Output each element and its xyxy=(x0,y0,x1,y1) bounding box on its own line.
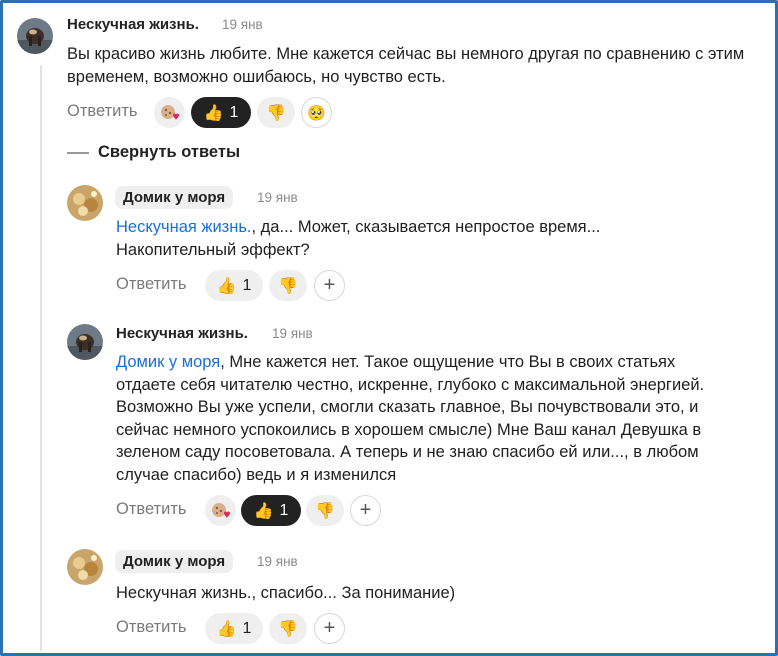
add-reaction-button[interactable]: + xyxy=(350,495,381,526)
heart-reaction-button[interactable] xyxy=(154,97,185,128)
comment-author[interactable]: Домик у моря xyxy=(115,550,234,573)
thumbs-down-icon: 👎 xyxy=(278,620,298,638)
comment-author[interactable]: Нескучная жизнь. xyxy=(116,325,248,342)
plus-icon: + xyxy=(359,498,372,521)
comment-author[interactable]: Нескучная жизнь. xyxy=(67,16,199,33)
comment-text: Нескучная жизнь., спасибо... За понимани… xyxy=(116,584,456,602)
emoji-reaction-button[interactable]: 🥺 xyxy=(301,97,332,128)
thumbs-up-icon: 👍 xyxy=(203,104,224,122)
avatar-neskuchnaya[interactable] xyxy=(67,324,103,360)
pleading-face-icon: 🥺 xyxy=(307,104,326,122)
avatar-domik[interactable] xyxy=(67,185,103,221)
plus-icon: + xyxy=(323,273,336,296)
dislike-button[interactable]: 👎 xyxy=(269,270,307,301)
comment-text: Нескучная жизнь., да... Может, сказывает… xyxy=(116,218,601,259)
thumbs-down-icon: 👎 xyxy=(315,502,335,520)
dislike-button[interactable]: 👎 xyxy=(257,97,295,128)
comment-date: 19 янв xyxy=(222,17,263,32)
reply-button[interactable]: Ответить xyxy=(116,275,187,294)
like-button[interactable]: 👍 1 xyxy=(241,495,301,526)
mention-link[interactable]: Домик у моря xyxy=(116,353,220,371)
plus-icon: + xyxy=(323,616,336,639)
dislike-button[interactable]: 👎 xyxy=(269,613,307,644)
collapse-dash xyxy=(67,151,89,154)
heart-cookie-icon xyxy=(211,502,230,518)
heart-cookie-icon xyxy=(160,104,179,120)
like-count: 1 xyxy=(229,103,239,121)
dislike-button[interactable]: 👎 xyxy=(306,495,344,526)
comment-date: 19 янв xyxy=(272,326,313,341)
thumbs-up-icon: 👍 xyxy=(216,277,237,295)
comment-text: Вы красиво жизнь любите. Мне кажется сей… xyxy=(67,45,745,86)
mention-link[interactable]: Нескучная жизнь. xyxy=(116,218,252,236)
collapse-replies-button[interactable]: Свернуть ответы xyxy=(67,143,240,162)
add-reaction-button[interactable]: + xyxy=(314,613,345,644)
like-count: 1 xyxy=(279,501,289,519)
thumbs-down-icon: 👎 xyxy=(266,104,286,122)
thumbs-up-icon: 👍 xyxy=(216,620,237,638)
heart-reaction-button[interactable] xyxy=(205,495,236,526)
like-count: 1 xyxy=(242,276,252,294)
reply-button[interactable]: Ответить xyxy=(116,500,187,519)
avatar-domik[interactable] xyxy=(67,549,103,585)
like-button[interactable]: 👍 1 xyxy=(205,613,263,644)
thumbs-up-icon: 👍 xyxy=(253,502,274,520)
add-reaction-button[interactable]: + xyxy=(314,270,345,301)
comment-author[interactable]: Домик у моря xyxy=(115,186,234,209)
comments-panel: Нескучная жизнь. 19 янв Вы красиво жизнь… xyxy=(0,0,778,656)
comment-date: 19 янв xyxy=(257,554,298,569)
avatar-neskuchnaya[interactable] xyxy=(17,18,53,54)
reply-button[interactable]: Ответить xyxy=(67,102,138,121)
thumbs-down-icon: 👎 xyxy=(278,277,298,295)
comment-date: 19 янв xyxy=(257,190,298,205)
collapse-label: Свернуть ответы xyxy=(98,143,241,161)
reply-button[interactable]: Ответить xyxy=(116,618,187,637)
comment-text: Домик у моря, Мне кажется нет. Такое ощу… xyxy=(116,353,705,484)
like-button[interactable]: 👍 1 xyxy=(191,97,251,128)
thread-line xyxy=(40,65,42,651)
like-button[interactable]: 👍 1 xyxy=(205,270,263,301)
like-count: 1 xyxy=(242,619,252,637)
